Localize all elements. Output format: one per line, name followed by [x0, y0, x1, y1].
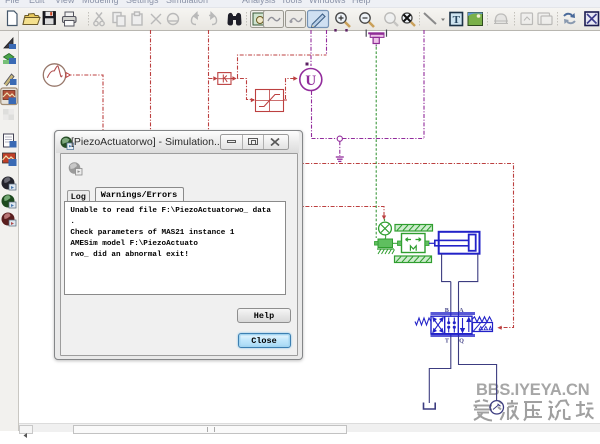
svg-text:B: B: [445, 307, 449, 314]
svg-text:A: A: [459, 307, 464, 314]
svg-text:Q: Q: [459, 338, 464, 345]
svg-text:T: T: [445, 338, 450, 345]
svg-text:U: U: [305, 73, 316, 89]
